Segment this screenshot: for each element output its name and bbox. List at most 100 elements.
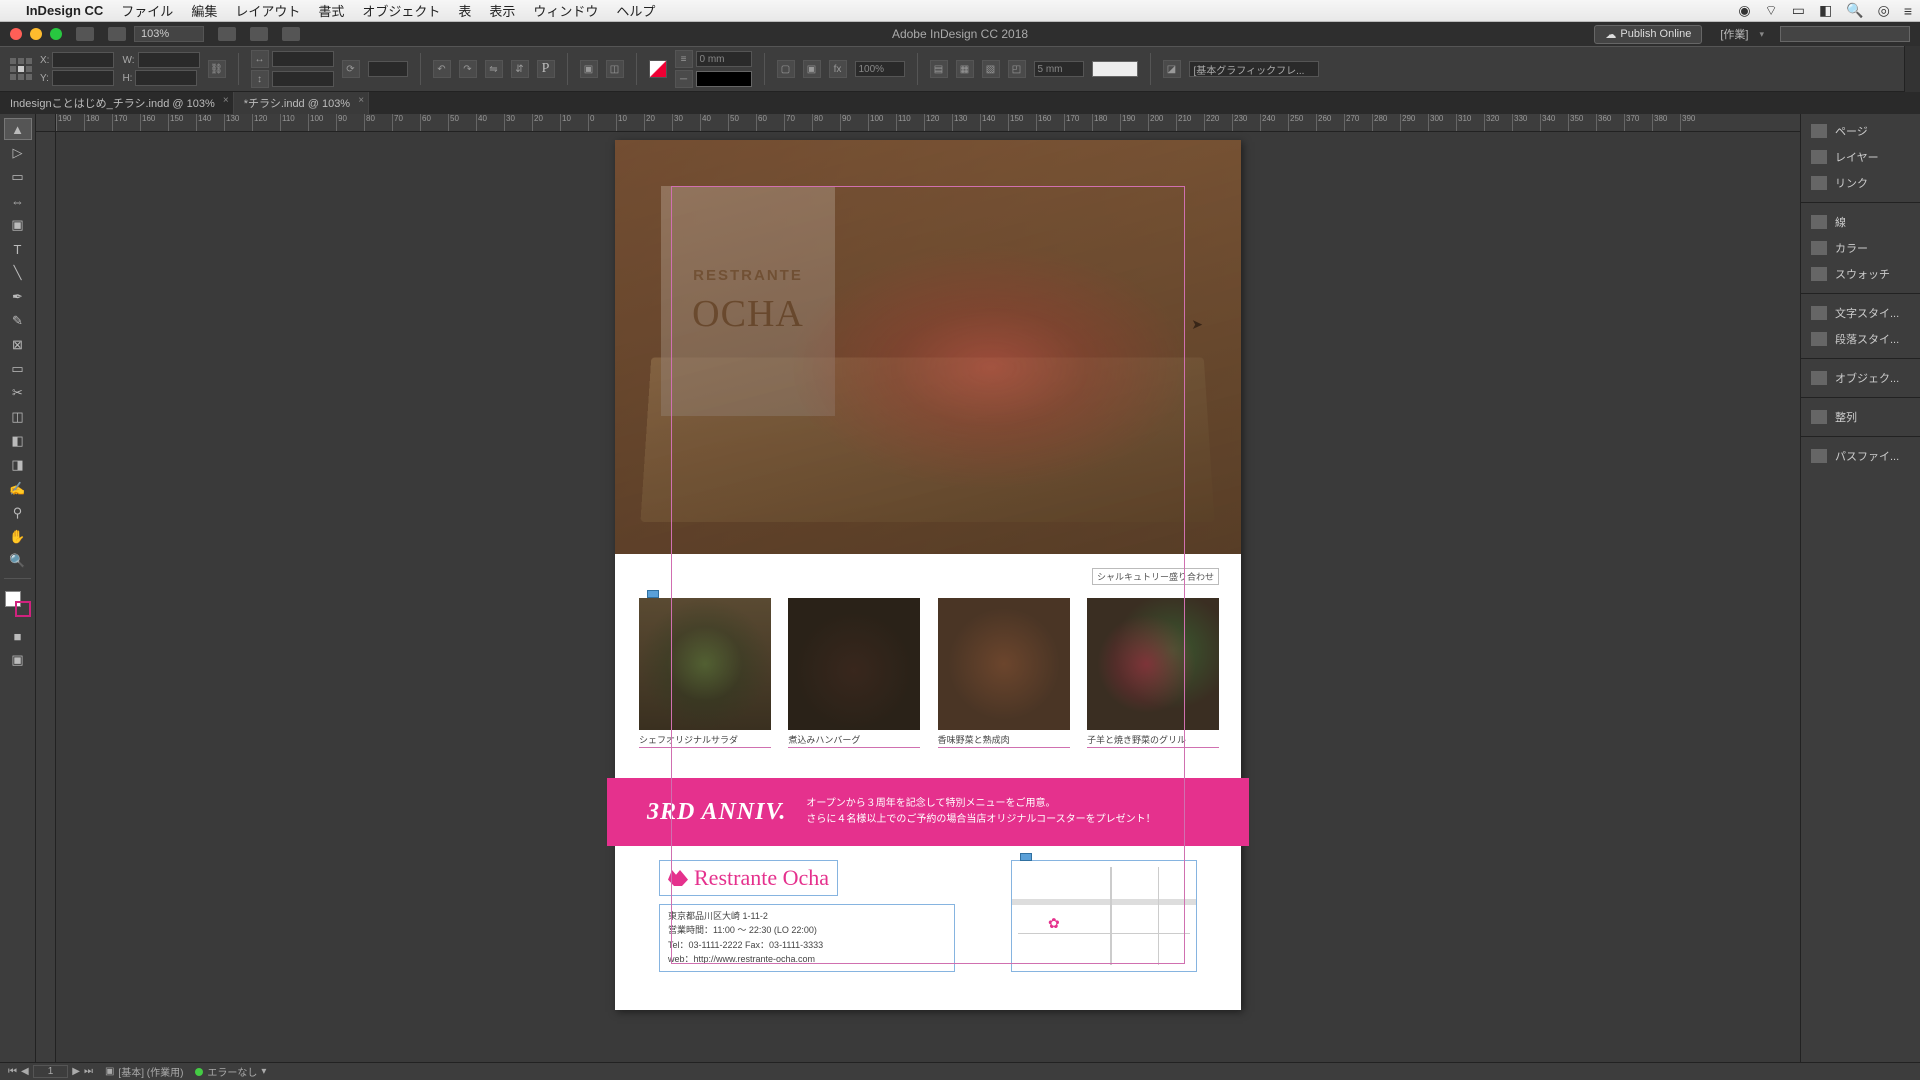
hero-caption[interactable]: シャルキュトリー盛り合わせ — [1092, 568, 1219, 585]
note-tool[interactable]: ✍ — [4, 478, 32, 500]
window-minimize-button[interactable] — [30, 28, 42, 40]
document-tab[interactable]: ×Indesignことはじめ_チラシ.indd @ 103% — [0, 92, 234, 114]
thumbnail-image[interactable] — [639, 598, 771, 730]
rotate-cw-icon[interactable]: ↷ — [459, 60, 477, 78]
control-bar-menu-icon[interactable] — [1904, 46, 1920, 92]
panel-tab[interactable]: カラー — [1801, 235, 1920, 261]
document-canvas[interactable]: 1901801701601501401301201101009080706050… — [36, 114, 1800, 1062]
select-container-icon[interactable]: ▣ — [580, 60, 598, 78]
fill-stroke-swatch[interactable] — [649, 60, 667, 78]
preflight-label[interactable]: エラーなし — [207, 1064, 257, 1079]
w-field[interactable] — [138, 52, 200, 68]
app-name-menu[interactable]: InDesign CC — [26, 3, 103, 18]
corner-swatch[interactable] — [1092, 61, 1138, 77]
menu-table[interactable]: 表 — [458, 1, 471, 20]
page-tool[interactable]: ▭ — [4, 166, 32, 188]
publish-online-button[interactable]: ☁Publish Online — [1594, 25, 1702, 44]
screen-mode-tool[interactable]: ▣ — [4, 649, 32, 671]
workspace-switcher[interactable]: [作業] — [1720, 26, 1748, 42]
view-options-icon[interactable] — [218, 27, 236, 41]
spotlight-icon[interactable]: 🔍 — [1846, 2, 1863, 19]
thumbnail-item[interactable]: 煮込みハンバーグ — [788, 598, 920, 748]
pen-tool[interactable]: ✒ — [4, 286, 32, 308]
h-field[interactable] — [135, 70, 197, 86]
autofit-icon[interactable]: ▢ — [777, 60, 795, 78]
line-tool[interactable]: ╲ — [4, 262, 32, 284]
menu-type[interactable]: 書式 — [318, 1, 344, 20]
wifi-icon[interactable]: ⌔ — [1765, 2, 1778, 20]
gradient-swatch-tool[interactable]: ◧ — [4, 430, 32, 452]
menu-edit[interactable]: 編集 — [191, 1, 217, 20]
fill-stroke-toolbox[interactable] — [5, 591, 31, 617]
siri-icon[interactable]: ◎ — [1878, 2, 1890, 19]
gap-field[interactable] — [1034, 61, 1084, 77]
arrange-icon[interactable] — [282, 27, 300, 41]
pencil-tool[interactable]: ✎ — [4, 310, 32, 332]
thumbnail-item[interactable]: シェフオリジナルサラダ — [639, 598, 771, 748]
thumbnail-image[interactable] — [788, 598, 920, 730]
page-nav-prev-icon[interactable]: ◀ — [21, 1066, 29, 1077]
select-content-icon[interactable]: ◫ — [606, 60, 624, 78]
y-field[interactable] — [52, 70, 114, 86]
fit-content-icon[interactable]: ▣ — [803, 60, 821, 78]
rotate-field[interactable] — [368, 61, 408, 77]
hand-tool[interactable]: ✋ — [4, 526, 32, 548]
stroke-weight-field[interactable] — [696, 51, 752, 67]
close-tab-icon[interactable]: × — [358, 95, 364, 106]
preflight-dropdown-icon[interactable]: ▾ — [261, 1066, 266, 1077]
thumbnail-image[interactable] — [1087, 598, 1219, 730]
info-text-frame[interactable]: 東京都品川区大崎 1-11-2 営業時間：11:00 〜 22:30 (LO 2… — [659, 904, 955, 972]
panel-tab[interactable]: ページ — [1801, 118, 1920, 144]
document-tab[interactable]: ×*チラシ.indd @ 103% — [234, 92, 369, 114]
stroke-style-select[interactable] — [696, 71, 752, 87]
scale-y-field[interactable] — [272, 71, 334, 87]
screen-mode-icon[interactable] — [250, 27, 268, 41]
scale-x-field[interactable] — [272, 51, 334, 67]
thumbnail-item[interactable]: 子羊と焼き野菜のグリル — [1087, 598, 1219, 748]
scissors-tool[interactable]: ✂ — [4, 382, 32, 404]
map-frame[interactable]: ✿ — [1011, 860, 1197, 972]
panel-tab[interactable]: 整列 — [1801, 404, 1920, 430]
help-search-input[interactable] — [1780, 26, 1910, 42]
thumbnail-caption[interactable]: 煮込みハンバーグ — [788, 733, 920, 748]
thumbnail-caption[interactable]: 子羊と焼き野菜のグリル — [1087, 733, 1219, 748]
workspace-dropdown-icon[interactable]: ▾ — [1759, 29, 1764, 40]
panel-tab[interactable]: 線 — [1801, 209, 1920, 235]
rotate-field-icon[interactable]: ⟳ — [342, 60, 360, 78]
color-profile-label[interactable]: [基本] (作業用) — [118, 1064, 183, 1079]
p-icon[interactable]: P — [537, 60, 555, 78]
menu-object[interactable]: オブジェクト — [362, 1, 440, 20]
cc-icon[interactable]: ◉ — [1738, 2, 1750, 19]
thumbnail-caption[interactable]: シェフオリジナルサラダ — [639, 733, 771, 748]
stock-icon[interactable] — [108, 27, 126, 41]
menu-view[interactable]: 表示 — [489, 1, 515, 20]
corner-options-icon[interactable]: ◰ — [1008, 60, 1026, 78]
anniversary-banner[interactable]: 3RD ANNIV. オープンから３周年を記念して特別メニューをご用意。 さらに… — [607, 778, 1249, 846]
page-nav-first-icon[interactable]: ⏮ — [8, 1066, 17, 1077]
object-style-select[interactable]: [基本グラフィックフレ... — [1189, 61, 1319, 77]
type-tool[interactable]: T — [4, 238, 32, 260]
menu-window[interactable]: ウィンドウ — [533, 1, 598, 20]
rectangle-tool[interactable]: ▭ — [4, 358, 32, 380]
direct-selection-tool[interactable]: ▷ — [4, 142, 32, 164]
hero-title-frame[interactable]: RESTRANTE OCHA — [661, 186, 835, 416]
menu-list-icon[interactable]: ≡ — [1904, 3, 1912, 19]
rectangle-frame-tool[interactable]: ⊠ — [4, 334, 32, 356]
open-icon[interactable]: ▣ — [105, 1066, 114, 1077]
window-close-button[interactable] — [10, 28, 22, 40]
wrap-bbox-icon[interactable]: ▦ — [956, 60, 974, 78]
gap-tool[interactable]: ⇔ — [4, 190, 32, 212]
window-zoom-button[interactable] — [50, 28, 62, 40]
panel-tab[interactable]: 段落スタイ... — [1801, 326, 1920, 352]
panel-tab[interactable]: 文字スタイ... — [1801, 300, 1920, 326]
content-collector-tool[interactable]: ▣ — [4, 214, 32, 236]
opacity-field[interactable] — [855, 61, 905, 77]
close-tab-icon[interactable]: × — [223, 95, 229, 106]
hero-image-frame[interactable]: RESTRANTE OCHA ➤ — [615, 140, 1241, 554]
thumbnail-image[interactable] — [938, 598, 1070, 730]
horizontal-ruler[interactable]: 1901801701601501401301201101009080706050… — [56, 114, 1800, 132]
vertical-ruler[interactable] — [36, 132, 56, 1062]
ruler-origin[interactable] — [36, 114, 56, 132]
thumbnail-caption[interactable]: 香味野菜と熟成肉 — [938, 733, 1070, 748]
reference-point-picker[interactable] — [10, 58, 32, 80]
